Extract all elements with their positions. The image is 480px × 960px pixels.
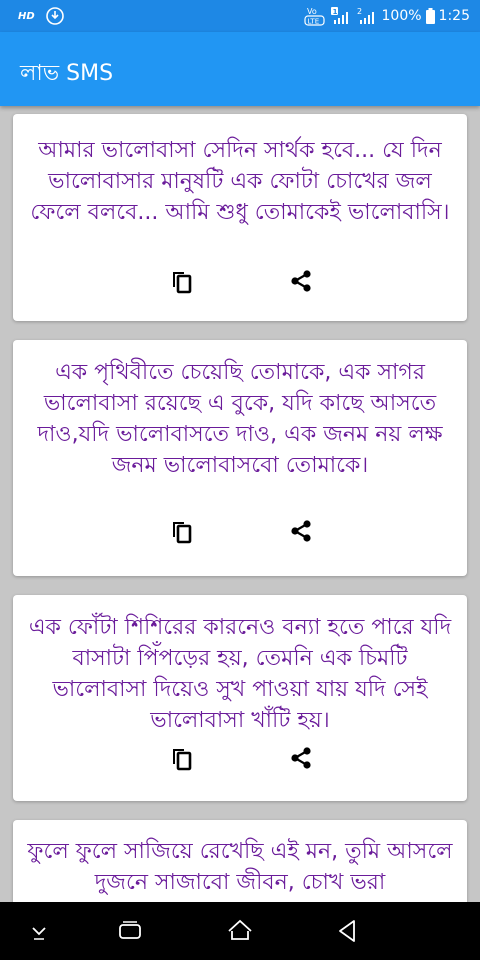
volte-icon: Vo LTE <box>303 7 325 26</box>
share-icon[interactable] <box>286 516 316 546</box>
sms-text: আমার ভালোবাসা সেদিন সার্থক হবে... যে দিন… <box>30 138 450 225</box>
sms-text: এক পৃথিবীতে চেয়েছি তোমাকে, এক সাগর ভালো… <box>37 360 443 478</box>
signal-sim2-icon: 2 <box>357 7 374 24</box>
copy-icon[interactable] <box>168 516 198 546</box>
svg-text:2: 2 <box>357 7 362 16</box>
app-title: লাভ SMS <box>20 61 114 86</box>
share-icon[interactable] <box>286 743 316 773</box>
sms-card: ফুলে ফুলে সাজিয়ে রেখেছি এই মন, তুমি আসল… <box>13 820 467 902</box>
sms-card: আমার ভালোবাসা সেদিন সার্থক হবে... যে দিন… <box>13 114 467 321</box>
expand-icon[interactable] <box>24 916 54 946</box>
recents-icon[interactable] <box>115 916 145 946</box>
sms-card: এক ফোঁটা শিশিরের কারনেও বন্যা হতে পারে য… <box>13 595 467 801</box>
svg-text:1: 1 <box>332 8 337 16</box>
back-icon[interactable] <box>332 916 362 946</box>
sms-list[interactable]: আমার ভালোবাসা সেদিন সার্থক হবে... যে দিন… <box>0 106 480 902</box>
share-icon[interactable] <box>286 266 316 296</box>
nav-bar <box>0 902 480 960</box>
signal-sim1-icon: 1 <box>330 7 348 24</box>
copy-icon[interactable] <box>168 743 198 773</box>
hd-indicator: HD <box>18 10 35 22</box>
sync-icon <box>45 7 64 25</box>
status-bar: HD Vo LTE 1 2 100% 1:25 <box>0 0 480 32</box>
copy-icon[interactable] <box>168 266 198 296</box>
battery-icon <box>425 8 435 24</box>
battery-percent: 100% <box>381 8 422 24</box>
home-icon[interactable] <box>225 916 255 946</box>
sms-card: এক পৃথিবীতে চেয়েছি তোমাকে, এক সাগর ভালো… <box>13 340 467 576</box>
app-bar: লাভ SMS <box>0 32 480 106</box>
clock: 1:25 <box>438 8 470 24</box>
svg-text:LTE: LTE <box>307 18 319 26</box>
sms-text: ফুলে ফুলে সাজিয়ে রেখেছি এই মন, তুমি আসল… <box>27 839 453 895</box>
svg-text:Vo: Vo <box>307 7 317 16</box>
sms-text: এক ফোঁটা শিশিরের কারনেও বন্যা হতে পারে য… <box>28 615 452 733</box>
